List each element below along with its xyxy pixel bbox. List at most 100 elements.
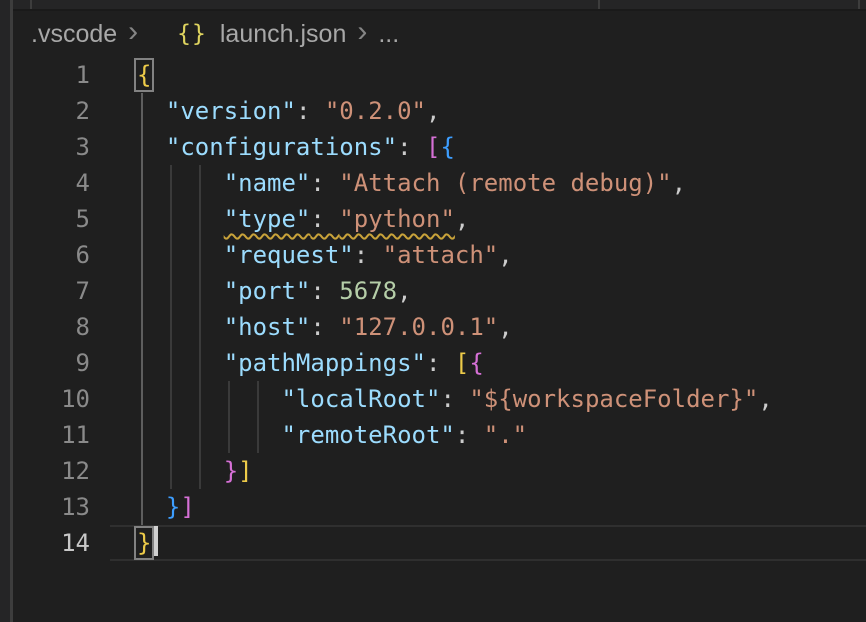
line-number[interactable]: 5 [13, 201, 90, 237]
token: : [426, 349, 455, 377]
code-text: } [137, 525, 158, 561]
token: , [498, 313, 512, 341]
token: : [310, 169, 339, 197]
token: : [310, 277, 339, 305]
line-number[interactable]: 1 [13, 57, 90, 93]
line-number[interactable]: 12 [13, 453, 90, 489]
code-line[interactable]: "configurations": [{ [137, 129, 866, 165]
token: , [758, 385, 772, 413]
token: "Attach (remote debug)" [339, 169, 671, 197]
line-number[interactable]: 8 [13, 309, 90, 345]
indent-guide [199, 273, 201, 309]
line-number[interactable]: 10 [13, 381, 90, 417]
line-number[interactable]: 14 [13, 525, 90, 561]
code-line[interactable]: "remoteRoot": "." [137, 417, 866, 453]
bracket-match-box: } [137, 529, 151, 557]
indent-guide [141, 453, 143, 489]
indent-guide [199, 345, 201, 381]
indent-guide [141, 309, 143, 345]
token: , [672, 169, 686, 197]
token: : [440, 385, 469, 413]
indent-guide [141, 93, 143, 129]
indent-guide [199, 201, 201, 237]
token: "python" [339, 205, 455, 233]
gutter: 1234567891011121314 [13, 57, 90, 561]
indent-guide [141, 273, 143, 309]
code-text: "pathMappings": [{ [137, 345, 484, 381]
line-number[interactable]: 11 [13, 417, 90, 453]
token: "port" [224, 277, 311, 305]
indent-guide [170, 273, 172, 309]
line-number[interactable]: 13 [13, 489, 90, 525]
indent-guide [170, 165, 172, 201]
token: "." [484, 421, 527, 449]
token: "type" [224, 205, 311, 233]
indent-guide [199, 165, 201, 201]
indent-guide [199, 453, 201, 489]
code-line[interactable]: } [137, 525, 866, 561]
indent-guide [170, 453, 172, 489]
line-number[interactable]: 4 [13, 165, 90, 201]
token: , [455, 205, 469, 233]
indent-guide [170, 237, 172, 273]
code-line[interactable]: "request": "attach", [137, 237, 866, 273]
indent-guide [141, 417, 143, 453]
code-text: "configurations": [{ [137, 129, 455, 165]
token: ] [238, 457, 252, 485]
line-number[interactable]: 2 [13, 93, 90, 129]
tab-separator [858, 0, 860, 9]
indent-guide [170, 417, 172, 453]
breadcrumb-item-symbols[interactable]: ... [378, 20, 399, 49]
indent-guide [141, 201, 143, 237]
code-line[interactable]: }] [137, 489, 866, 525]
indent-guide [228, 381, 230, 417]
indent-guide [141, 345, 143, 381]
token: , [426, 97, 440, 125]
code-text: }] [137, 489, 195, 525]
indent-guide [199, 309, 201, 345]
code-line[interactable]: "pathMappings": [{ [137, 345, 866, 381]
line-number[interactable]: 6 [13, 237, 90, 273]
breadcrumb: .vscode › {} launch.json › ... [13, 11, 866, 57]
code-text: "request": "attach", [137, 237, 513, 273]
code-line[interactable]: "port": 5678, [137, 273, 866, 309]
code-line[interactable]: "name": "Attach (remote debug)", [137, 165, 866, 201]
token: , [498, 241, 512, 269]
indent-guide [170, 345, 172, 381]
line-number[interactable]: 9 [13, 345, 90, 381]
token: "pathMappings" [224, 349, 426, 377]
line-number[interactable]: 7 [13, 273, 90, 309]
bracket-match-box: { [137, 61, 151, 89]
token: , [397, 277, 411, 305]
chevron-right-icon: › [128, 17, 138, 47]
code-line[interactable]: "localRoot": "${workspaceFolder}", [137, 381, 866, 417]
code-text: "name": "Attach (remote debug)", [137, 165, 686, 201]
token: "request" [224, 241, 354, 269]
tab-separator [598, 0, 600, 9]
token: "host" [224, 313, 311, 341]
token: "remoteRoot" [281, 421, 454, 449]
indent-guide [170, 201, 172, 237]
code-line[interactable]: }] [137, 453, 866, 489]
code-text: { [137, 57, 151, 93]
token: : [397, 133, 426, 161]
code-line[interactable]: { [137, 57, 866, 93]
indent-guide [141, 129, 143, 165]
breadcrumb-item-vscode[interactable]: .vscode [31, 20, 117, 49]
token: { [440, 133, 454, 161]
token: "localRoot" [281, 385, 440, 413]
code-line[interactable]: "version": "0.2.0", [137, 93, 866, 129]
indent-guide [199, 381, 201, 417]
line-number[interactable]: 3 [13, 129, 90, 165]
code-line[interactable]: "host": "127.0.0.1", [137, 309, 866, 345]
code-text: "version": "0.2.0", [137, 93, 440, 129]
token: } [166, 493, 180, 521]
code-area[interactable]: {"version": "0.2.0","configurations": [{… [137, 57, 866, 561]
token: "${workspaceFolder}" [469, 385, 758, 413]
token: [ [426, 133, 440, 161]
cursor-caret [154, 526, 158, 556]
indent-guide [141, 381, 143, 417]
breadcrumb-item-launch-json[interactable]: launch.json [220, 20, 346, 49]
code-line[interactable]: "type": "python", [137, 201, 866, 237]
code-text: "host": "127.0.0.1", [137, 309, 513, 345]
